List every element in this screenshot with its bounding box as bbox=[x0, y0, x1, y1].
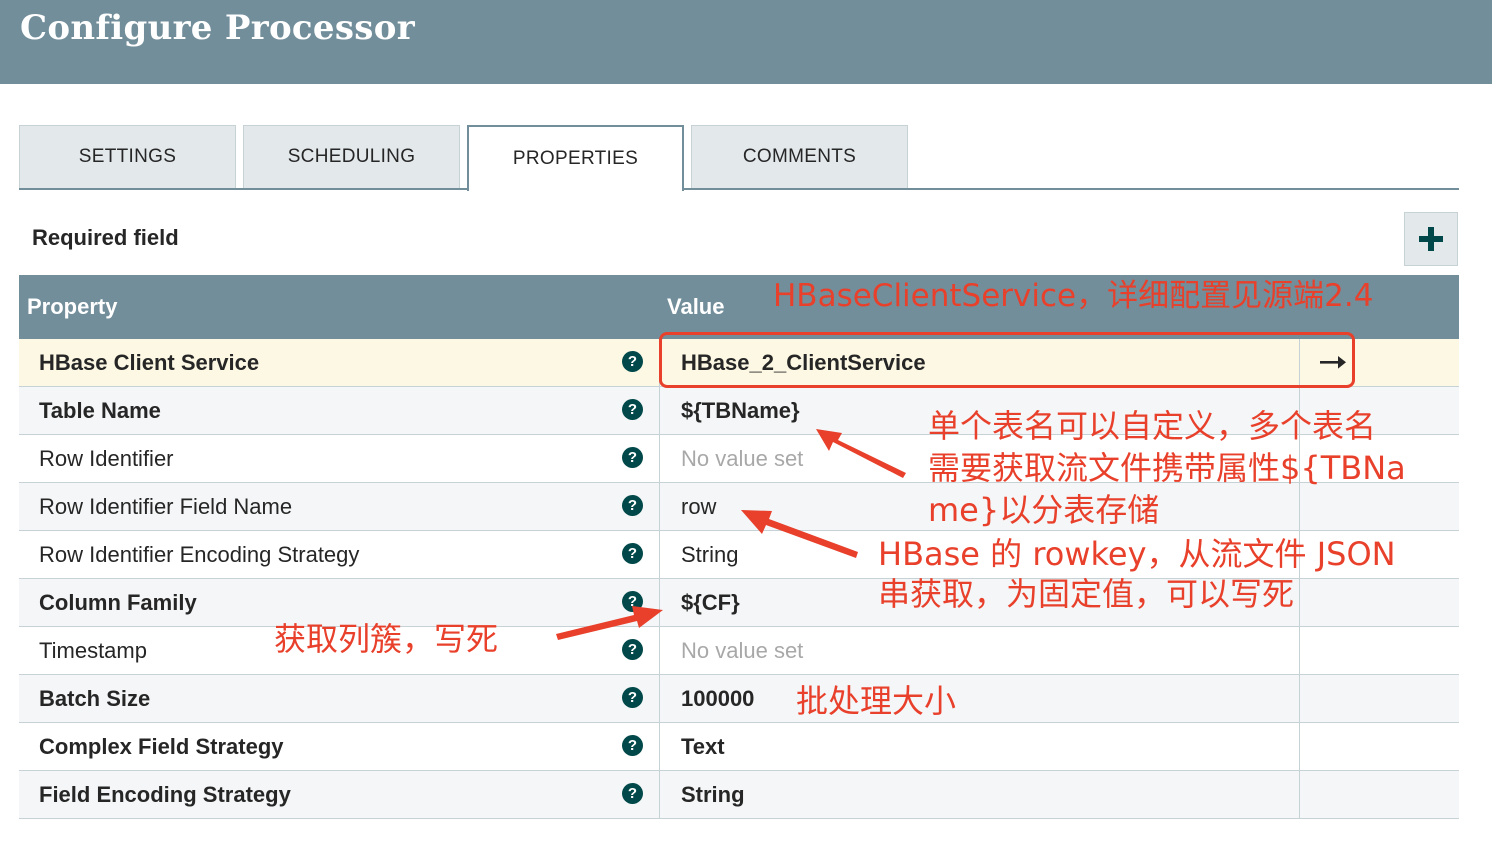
tab-properties[interactable]: PROPERTIES bbox=[467, 125, 684, 191]
arrow-to-rowkey bbox=[741, 510, 858, 558]
annotation-arrows bbox=[556, 429, 906, 640]
arrow-to-column-family bbox=[556, 606, 663, 640]
arrow-to-table-name bbox=[816, 429, 906, 478]
